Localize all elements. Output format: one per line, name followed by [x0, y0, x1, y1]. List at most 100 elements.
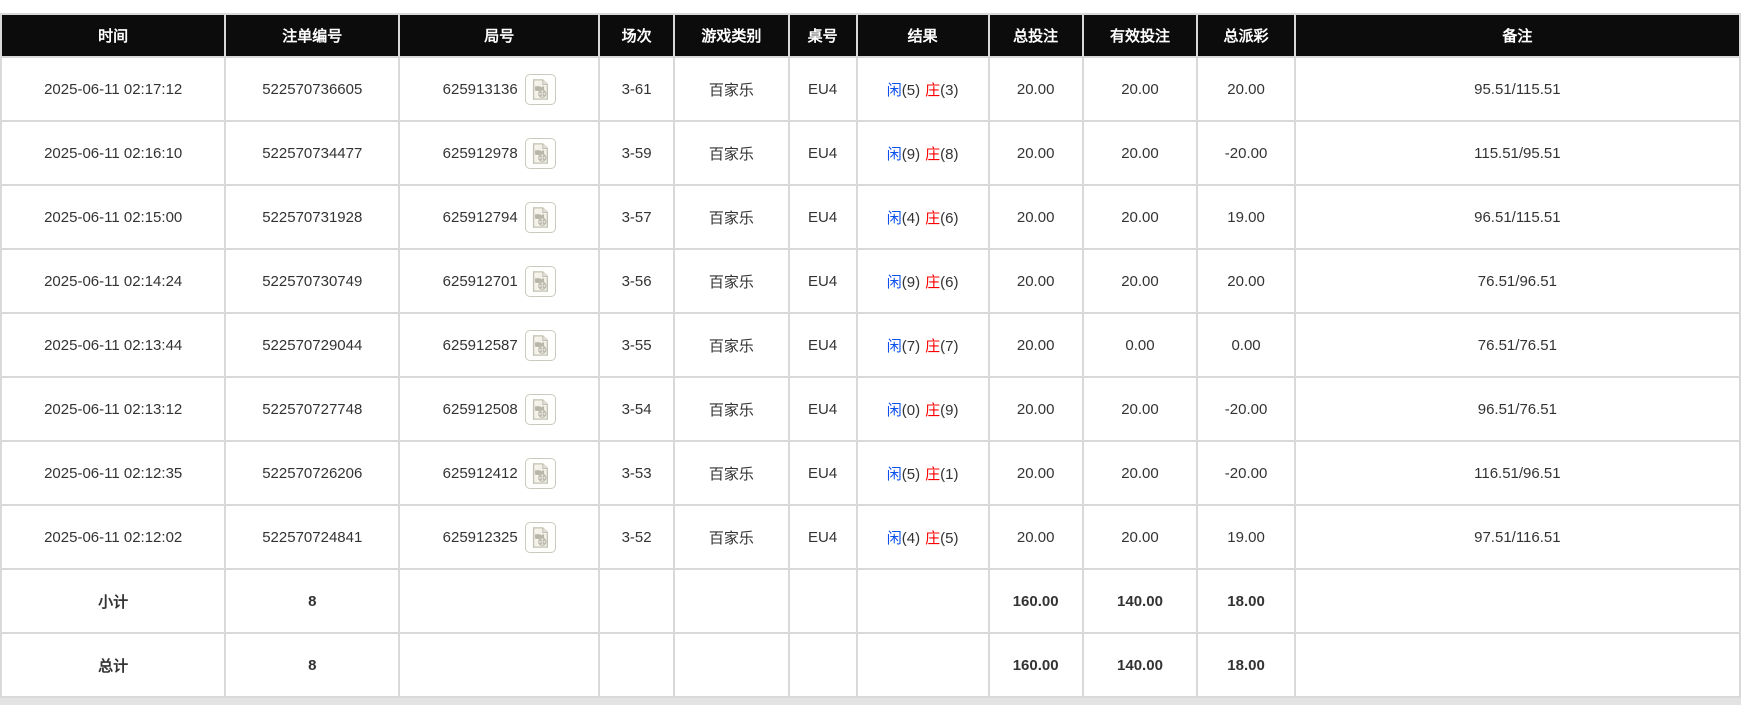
- cell-session: 3-55: [598, 312, 675, 378]
- col-header-session: 场次: [598, 13, 675, 58]
- cell-remark: 116.51/96.51: [1293, 440, 1741, 506]
- result-banker-score: (6): [940, 273, 959, 291]
- bet-records-table: 时间 注单编号 局号 场次 游戏类别 桌号 结果 总投注 有效投注 总派彩 备注…: [0, 13, 1741, 698]
- cell-session: 3-54: [598, 376, 675, 442]
- subtotal-count: 8: [224, 568, 401, 634]
- cell-remark: 96.51/115.51: [1293, 184, 1741, 250]
- round-number: 625912412: [442, 464, 518, 482]
- cell-remark: 97.51/116.51: [1293, 504, 1741, 570]
- result-banker-score: (1): [940, 465, 959, 483]
- result-banker-label: 庄: [925, 273, 941, 291]
- cell-round-number: 625912978: [398, 120, 601, 186]
- cell-time: 2025-06-11 02:13:44: [0, 312, 227, 378]
- result-banker-score: (5): [940, 529, 959, 547]
- result-player-label: 闲: [886, 81, 902, 99]
- cell-total-payout: 20.00: [1196, 248, 1296, 314]
- cell-result: 闲(9) 庄(6): [855, 248, 990, 314]
- video-replay-button[interactable]: [524, 73, 556, 105]
- cell-total-bet: 20.00: [987, 184, 1084, 250]
- video-replay-button[interactable]: [524, 521, 556, 553]
- video-replay-icon: [529, 270, 551, 292]
- cell-total-payout: -20.00: [1196, 120, 1296, 186]
- col-header-total-payout: 总派彩: [1196, 13, 1296, 58]
- col-header-result: 结果: [855, 13, 990, 58]
- subtotal-empty-round: [398, 568, 601, 634]
- result-player-label: 闲: [886, 337, 902, 355]
- cell-table-number: EU4: [787, 440, 858, 506]
- cell-session: 3-56: [598, 248, 675, 314]
- cell-result: 闲(7) 庄(7): [855, 312, 990, 378]
- page-bottom-strip: [0, 698, 1741, 705]
- result-banker-label: 庄: [925, 529, 941, 547]
- result-banker-label: 庄: [925, 465, 941, 483]
- total-total-bet: 160.00: [987, 632, 1084, 698]
- col-header-total-bet: 总投注: [987, 13, 1084, 58]
- video-replay-button[interactable]: [524, 201, 556, 233]
- video-replay-button[interactable]: [524, 265, 556, 297]
- cell-table-number: EU4: [787, 312, 858, 378]
- cell-round-number: 625912587: [398, 312, 601, 378]
- table-row: 2025-06-11 02:16:10 522570734477 6259129…: [0, 120, 1741, 186]
- result-banker-label: 庄: [925, 145, 941, 163]
- cell-session: 3-59: [598, 120, 675, 186]
- result-banker-score: (8): [940, 145, 959, 163]
- total-valid-bet: 140.00: [1081, 632, 1199, 698]
- video-replay-button[interactable]: [524, 329, 556, 361]
- cell-time: 2025-06-11 02:13:12: [0, 376, 227, 442]
- cell-bet-number: 522570731928: [224, 184, 401, 250]
- cell-valid-bet: 20.00: [1081, 56, 1199, 122]
- result-player-score: (9): [901, 145, 921, 163]
- video-replay-button[interactable]: [524, 393, 556, 425]
- result-player-score: (5): [901, 81, 921, 99]
- cell-total-bet: 20.00: [987, 504, 1084, 570]
- result-banker-score: (6): [940, 209, 959, 227]
- header-row: 时间 注单编号 局号 场次 游戏类别 桌号 结果 总投注 有效投注 总派彩 备注: [0, 13, 1741, 58]
- cell-total-payout: 19.00: [1196, 184, 1296, 250]
- cell-remark: 76.51/76.51: [1293, 312, 1741, 378]
- cell-result: 闲(5) 庄(1): [855, 440, 990, 506]
- video-replay-icon: [529, 398, 551, 420]
- subtotal-total-payout: 18.00: [1196, 568, 1296, 634]
- col-header-table-number: 桌号: [787, 13, 858, 58]
- cell-round-number: 625912701: [398, 248, 601, 314]
- cell-result: 闲(5) 庄(3): [855, 56, 990, 122]
- cell-valid-bet: 0.00: [1081, 312, 1199, 378]
- total-empty-table: [787, 632, 858, 698]
- result-player-label: 闲: [886, 273, 902, 291]
- cell-round-number: 625912325: [398, 504, 601, 570]
- cell-result: 闲(0) 庄(9): [855, 376, 990, 442]
- cell-valid-bet: 20.00: [1081, 504, 1199, 570]
- cell-remark: 95.51/115.51: [1293, 56, 1741, 122]
- result-banker-score: (3): [940, 81, 959, 99]
- cell-time: 2025-06-11 02:17:12: [0, 56, 227, 122]
- result-player-label: 闲: [886, 401, 902, 419]
- cell-total-payout: 19.00: [1196, 504, 1296, 570]
- col-header-valid-bet: 有效投注: [1081, 13, 1199, 58]
- cell-round-number: 625912794: [398, 184, 601, 250]
- video-replay-button[interactable]: [524, 457, 556, 489]
- col-header-time: 时间: [0, 13, 227, 58]
- cell-round-number: 625912412: [398, 440, 601, 506]
- col-header-game-type: 游戏类别: [672, 13, 790, 58]
- cell-round-number: 625912508: [398, 376, 601, 442]
- result-banker-score: (9): [940, 401, 959, 419]
- cell-remark: 76.51/96.51: [1293, 248, 1741, 314]
- result-player-score: (0): [901, 401, 921, 419]
- round-number: 625912587: [442, 336, 518, 354]
- cell-game-type: 百家乐: [672, 120, 790, 186]
- cell-time: 2025-06-11 02:12:35: [0, 440, 227, 506]
- cell-bet-number: 522570730749: [224, 248, 401, 314]
- cell-total-bet: 20.00: [987, 312, 1084, 378]
- cell-time: 2025-06-11 02:14:24: [0, 248, 227, 314]
- subtotal-row: 小计 8 160.00 140.00 18.00: [0, 568, 1741, 634]
- table-row: 2025-06-11 02:15:00 522570731928 6259127…: [0, 184, 1741, 250]
- cell-total-payout: 0.00: [1196, 312, 1296, 378]
- cell-game-type: 百家乐: [672, 312, 790, 378]
- cell-total-payout: -20.00: [1196, 376, 1296, 442]
- video-replay-button[interactable]: [524, 137, 556, 169]
- table-row: 2025-06-11 02:17:12 522570736605 6259131…: [0, 56, 1741, 122]
- table-row: 2025-06-11 02:13:12 522570727748 6259125…: [0, 376, 1741, 442]
- col-header-remark: 备注: [1293, 13, 1741, 58]
- subtotal-empty-session: [598, 568, 675, 634]
- result-banker-label: 庄: [925, 337, 941, 355]
